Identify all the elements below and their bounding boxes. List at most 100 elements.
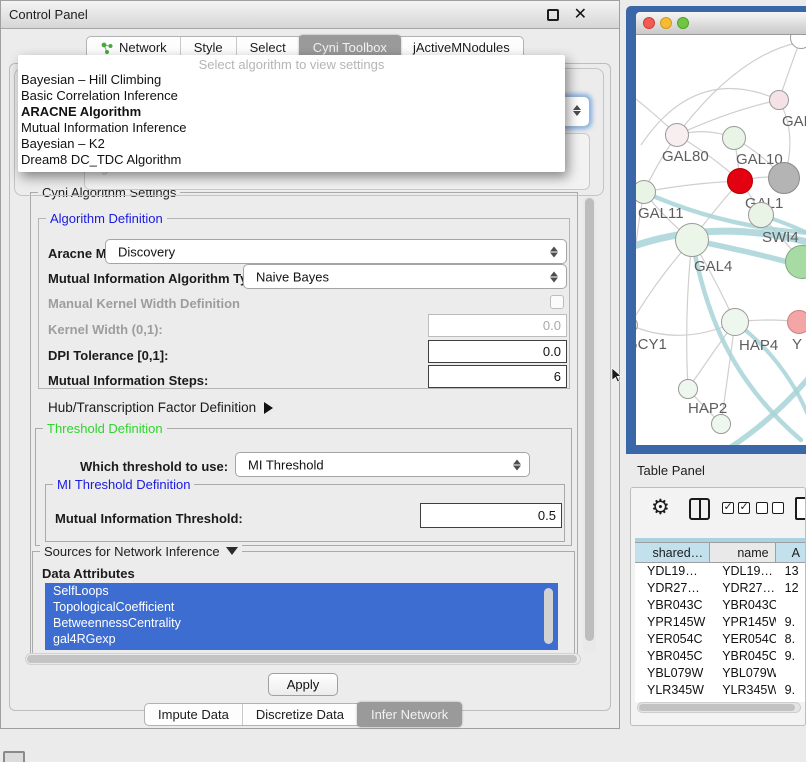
table-cell: YBL079W (710, 665, 775, 682)
kernel-width-input[interactable]: 0.0 (428, 314, 567, 337)
minimized-window-icon[interactable] (3, 751, 25, 762)
control-panel-titlebar[interactable]: Control Panel ✕ (1, 1, 619, 29)
table-row[interactable]: YDR27…YDR27…12 (635, 580, 806, 597)
which-threshold-select[interactable]: MI Threshold (235, 452, 530, 477)
network-node-label: GAL11 (638, 205, 684, 222)
network-view-window[interactable]: GALGAL80GAL10GAL1GAL11SWI4GAL4GCY1HAP4YH… (626, 6, 806, 454)
dropdown-item[interactable]: Dream8 DC_TDC Algorithm (18, 152, 565, 168)
attribute-item[interactable]: BetweennessCentrality (45, 615, 558, 631)
algorithm-dropdown-popup: Select algorithm to view settings Bayesi… (18, 55, 565, 172)
sources-title[interactable]: Sources for Network Inference (40, 544, 242, 559)
combo-arrows-icon (550, 246, 558, 257)
network-node-hap2[interactable] (678, 379, 698, 399)
settings-vertical-scrollbar[interactable] (583, 196, 596, 653)
dropdown-item[interactable]: Bayesian – Hill Climbing (18, 72, 565, 88)
mi-steps-input[interactable]: 6 (428, 365, 567, 388)
algorithm-definition-title: Algorithm Definition (46, 211, 167, 226)
gear-icon[interactable]: ⚙ (651, 495, 670, 520)
table-cell: YPR145W (635, 614, 710, 631)
dropdown-item[interactable]: Bayesian – K2 (18, 136, 565, 152)
table-cell: YPR145W (710, 614, 775, 631)
mi-type-select[interactable]: Naive Bayes (243, 264, 567, 289)
network-icon (100, 41, 114, 55)
table-row[interactable]: YPR145WYPR145W9. (635, 614, 806, 631)
network-canvas[interactable]: GALGAL80GAL10GAL1GAL11SWI4GAL4GCY1HAP4YH… (636, 35, 806, 445)
column-header[interactable]: shared… (635, 542, 710, 563)
select-all-checkboxes-icon[interactable] (722, 502, 750, 514)
network-inner-window: GALGAL80GAL10GAL1GAL11SWI4GAL4GCY1HAP4YH… (636, 12, 806, 445)
float-window-icon[interactable] (547, 9, 559, 21)
minimize-traffic-light-icon[interactable] (660, 17, 672, 29)
column-header[interactable]: A (776, 542, 806, 563)
aracne-mode-value: Discovery (118, 244, 175, 259)
dpi-tolerance-input[interactable]: 0.0 (428, 340, 567, 363)
network-node-gal[interactable] (769, 90, 789, 110)
network-node-gal1[interactable] (727, 168, 753, 194)
table-row[interactable]: YDL19…YDL19…13 (635, 563, 806, 580)
close-traffic-light-icon[interactable] (643, 17, 655, 29)
network-node-gal80[interactable] (665, 123, 689, 147)
table-cell: YDR27… (635, 580, 710, 597)
new-table-icon[interactable] (795, 497, 806, 520)
table-row[interactable]: YLR345WYLR345W9. (635, 682, 806, 699)
network-node-gal4[interactable] (675, 223, 709, 257)
network-node-hap4[interactable] (721, 308, 749, 336)
table-panel: ⚙ shared…nameA YDL19…YDL19…13YDR27…YDR27… (630, 487, 806, 726)
settings-horizontal-scrollbar[interactable] (25, 653, 581, 665)
table-row[interactable]: YBL079WYBL079W (635, 665, 806, 682)
table-header-row: shared…nameA (635, 542, 806, 563)
column-header[interactable]: name (710, 542, 775, 563)
table-cell: YBL079W (635, 665, 710, 682)
table-cell: YBR045C (710, 648, 775, 665)
table-panel-title: Table Panel (637, 463, 705, 478)
dropdown-item[interactable]: ARACNE Algorithm (18, 104, 565, 120)
attr-items: SelfLoopsTopologicalCoefficientBetweenne… (45, 583, 558, 647)
dropdown-item[interactable]: Basic Correlation Inference (18, 88, 565, 104)
which-threshold-label: Which threshold to use: (80, 459, 228, 474)
table-cell: YBR045C (635, 648, 710, 665)
table-cell: YDL19… (710, 563, 775, 580)
tab-label: Cyni Toolbox (313, 40, 387, 55)
data-attributes-list[interactable]: SelfLoopsTopologicalCoefficientBetweenne… (45, 583, 558, 650)
network-node-label: GAL4 (694, 258, 732, 275)
mi-threshold-label: Mutual Information Threshold: (55, 511, 243, 526)
mi-threshold-input[interactable]: 0.5 (420, 503, 562, 528)
hub-definition-toggle[interactable]: Hub/Transcription Factor Definition (48, 400, 273, 415)
table-cell: YLR345W (635, 682, 710, 699)
network-node-swi4[interactable] (748, 202, 774, 228)
attribute-item[interactable]: gal4RGexp (45, 631, 558, 647)
dpi-tolerance-label: DPI Tolerance [0,1]: (48, 348, 168, 363)
zoom-traffic-light-icon[interactable] (677, 17, 689, 29)
mi-type-label: Mutual Information Algorithm Type: (48, 271, 267, 286)
table-toolbar: ⚙ (631, 488, 805, 536)
table-horizontal-scrollbar[interactable] (637, 702, 801, 713)
network-node[interactable] (711, 414, 731, 434)
expand-right-icon (264, 402, 273, 414)
table-row[interactable]: YBR045CYBR045C9. (635, 648, 806, 665)
manual-kernel-checkbox[interactable] (550, 295, 564, 309)
aracne-mode-select[interactable]: Discovery (105, 239, 567, 264)
columns-icon[interactable] (689, 498, 710, 520)
hub-definition-label: Hub/Transcription Factor Definition (48, 400, 256, 415)
network-titlebar[interactable] (636, 12, 806, 35)
mi-type-value: Naive Bayes (256, 269, 329, 284)
network-node-gal10[interactable] (722, 126, 746, 150)
network-node-y[interactable] (787, 310, 806, 334)
kernel-width-label: Kernel Width (0,1): (48, 322, 163, 337)
attribute-item[interactable]: TopologicalCoefficient (45, 599, 558, 615)
network-node[interactable] (768, 162, 800, 194)
network-node-label: HAP4 (739, 337, 778, 354)
dropdown-item[interactable]: Mutual Information Inference (18, 120, 565, 136)
tab-impute-data[interactable]: Impute Data (145, 704, 243, 725)
apply-button[interactable]: Apply (268, 673, 338, 696)
table-cell: 9. (776, 648, 806, 665)
close-icon[interactable]: ✕ (574, 4, 587, 24)
attribute-item[interactable]: SelfLoops (45, 583, 558, 599)
tab-label: Select (250, 40, 286, 55)
deselect-all-checkboxes-icon[interactable] (756, 502, 784, 514)
tab-infer-network[interactable]: Infer Network (357, 702, 462, 727)
attr-list-scrollbar[interactable] (544, 588, 553, 644)
table-row[interactable]: YBR043CYBR043C (635, 597, 806, 614)
table-row[interactable]: YER054CYER054C8. (635, 631, 806, 648)
tab-discretize-data[interactable]: Discretize Data (243, 704, 358, 725)
